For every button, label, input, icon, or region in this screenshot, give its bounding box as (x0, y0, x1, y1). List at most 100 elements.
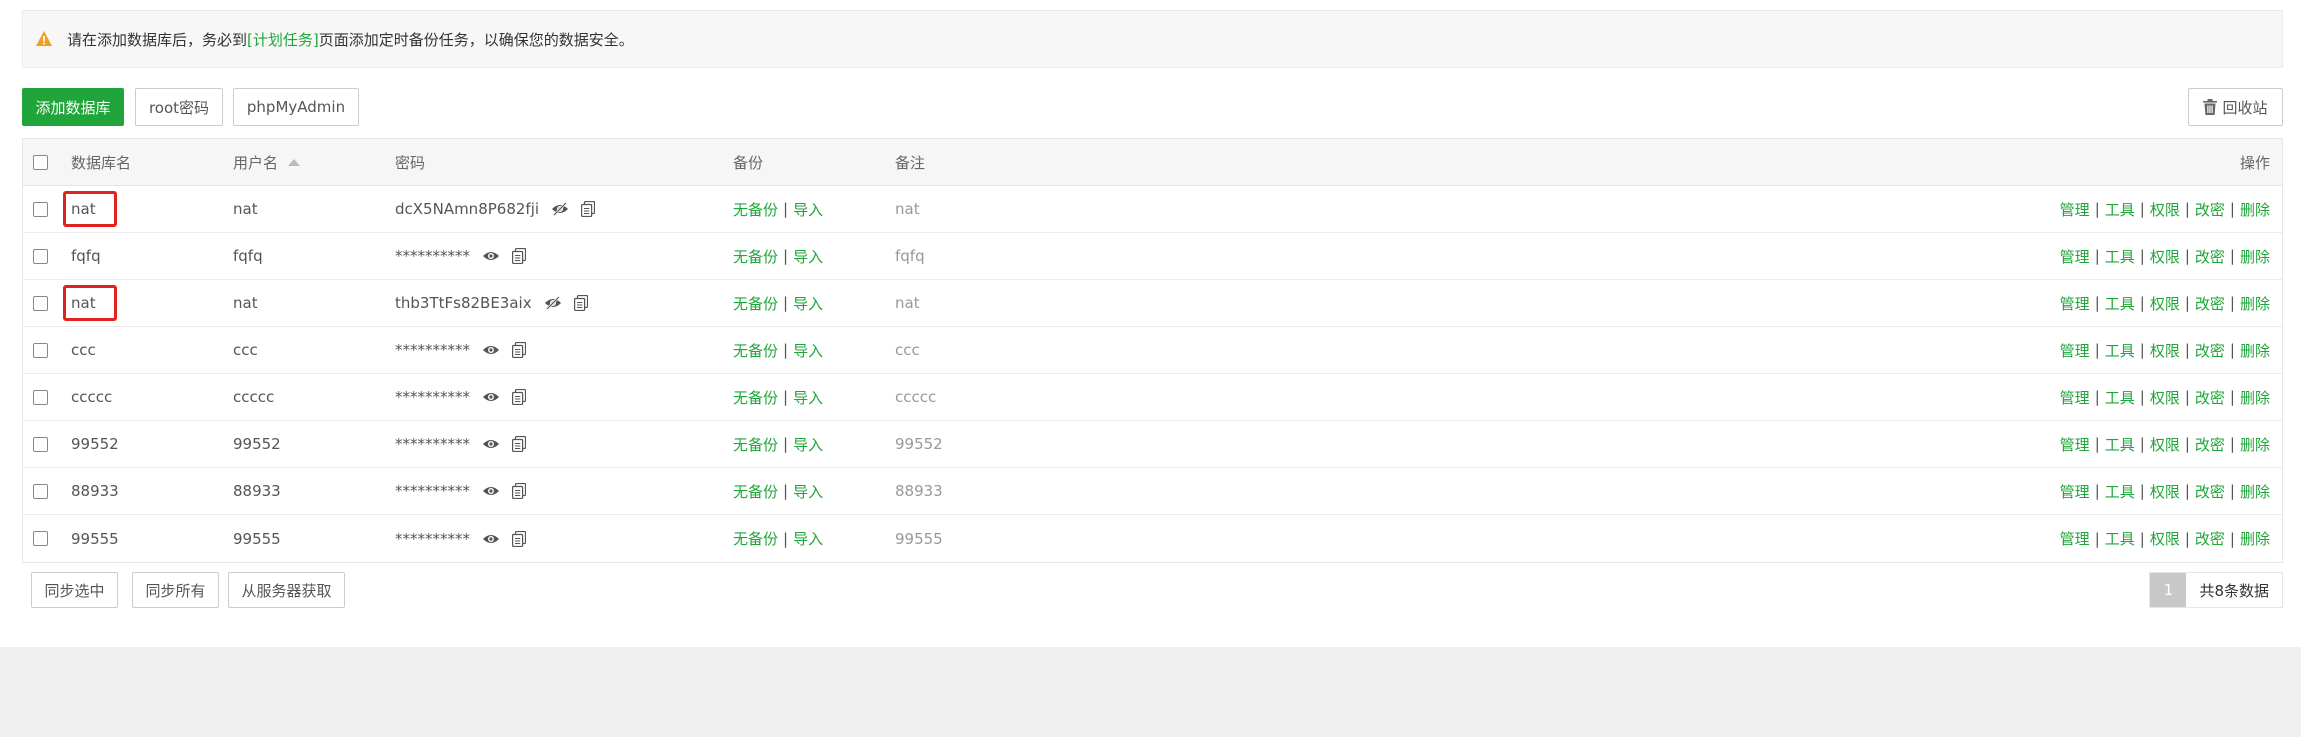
import-link[interactable]: 导入 (793, 340, 823, 361)
page-1-button[interactable]: 1 (2150, 573, 2187, 607)
delete-link[interactable]: 删除 (2240, 481, 2270, 502)
row-checkbox[interactable] (33, 201, 48, 217)
permissions-link[interactable]: 权限 (2150, 387, 2180, 408)
permissions-link[interactable]: 权限 (2150, 340, 2180, 361)
row-checkbox[interactable] (33, 248, 48, 264)
import-link[interactable]: 导入 (793, 293, 823, 314)
eye-icon[interactable] (482, 248, 500, 264)
change-password-link[interactable]: 改密 (2195, 199, 2225, 220)
delete-link[interactable]: 删除 (2240, 434, 2270, 455)
permissions-link[interactable]: 权限 (2150, 199, 2180, 220)
tools-link[interactable]: 工具 (2105, 246, 2135, 267)
manage-link[interactable]: 管理 (2060, 293, 2090, 314)
fetch-from-server-button[interactable]: 从服务器获取 (228, 572, 345, 608)
db-note[interactable]: nat (895, 280, 920, 326)
manage-link[interactable]: 管理 (2060, 434, 2090, 455)
change-password-link[interactable]: 改密 (2195, 387, 2225, 408)
db-note[interactable]: 88933 (895, 468, 943, 514)
no-backup-link[interactable]: 无备份 (733, 481, 778, 502)
row-checkbox[interactable] (33, 531, 48, 546)
change-password-link[interactable]: 改密 (2195, 340, 2225, 361)
phpmyadmin-button[interactable]: phpMyAdmin (233, 88, 359, 126)
no-backup-link[interactable]: 无备份 (733, 246, 778, 267)
delete-link[interactable]: 删除 (2240, 293, 2270, 314)
no-backup-link[interactable]: 无备份 (733, 340, 778, 361)
import-link[interactable]: 导入 (793, 481, 823, 502)
eye-icon[interactable] (482, 342, 500, 358)
db-note[interactable]: ccc (895, 327, 920, 373)
no-backup-link[interactable]: 无备份 (733, 528, 778, 549)
tools-link[interactable]: 工具 (2105, 293, 2135, 314)
import-link[interactable]: 导入 (793, 246, 823, 267)
import-link[interactable]: 导入 (793, 434, 823, 455)
eye-slash-icon[interactable] (544, 295, 562, 311)
tools-link[interactable]: 工具 (2105, 528, 2135, 549)
manage-link[interactable]: 管理 (2060, 246, 2090, 267)
permissions-link[interactable]: 权限 (2150, 293, 2180, 314)
copy-icon[interactable] (512, 341, 527, 359)
copy-icon[interactable] (573, 294, 588, 312)
import-link[interactable]: 导入 (793, 528, 823, 549)
db-note[interactable]: fqfq (895, 233, 925, 279)
db-note[interactable]: 99555 (895, 515, 943, 562)
manage-link[interactable]: 管理 (2060, 387, 2090, 408)
copy-icon[interactable] (512, 247, 527, 265)
sync-selected-button[interactable]: 同步选中 (31, 572, 118, 608)
tools-link[interactable]: 工具 (2105, 434, 2135, 455)
delete-link[interactable]: 删除 (2240, 199, 2270, 220)
manage-link[interactable]: 管理 (2060, 528, 2090, 549)
permissions-link[interactable]: 权限 (2150, 528, 2180, 549)
permissions-link[interactable]: 权限 (2150, 246, 2180, 267)
row-checkbox[interactable] (33, 436, 48, 452)
tools-link[interactable]: 工具 (2105, 340, 2135, 361)
change-password-link[interactable]: 改密 (2195, 481, 2225, 502)
import-link[interactable]: 导入 (793, 199, 823, 220)
change-password-link[interactable]: 改密 (2195, 434, 2225, 455)
select-all-checkbox[interactable] (33, 154, 48, 170)
header-db-name[interactable]: 数据库名 (71, 139, 131, 185)
row-checkbox[interactable] (33, 389, 48, 405)
row-checkbox[interactable] (33, 342, 48, 358)
recycle-bin-button[interactable]: 回收站 (2188, 88, 2283, 126)
eye-icon[interactable] (482, 483, 500, 499)
permissions-link[interactable]: 权限 (2150, 434, 2180, 455)
no-backup-link[interactable]: 无备份 (733, 434, 778, 455)
eye-icon[interactable] (482, 389, 500, 405)
eye-icon[interactable] (482, 531, 500, 547)
change-password-link[interactable]: 改密 (2195, 246, 2225, 267)
delete-link[interactable]: 删除 (2240, 528, 2270, 549)
import-link[interactable]: 导入 (793, 387, 823, 408)
db-note[interactable]: ccccc (895, 374, 936, 420)
delete-link[interactable]: 删除 (2240, 387, 2270, 408)
manage-link[interactable]: 管理 (2060, 481, 2090, 502)
copy-icon[interactable] (512, 388, 527, 406)
db-note[interactable]: 99552 (895, 421, 943, 467)
manage-link[interactable]: 管理 (2060, 340, 2090, 361)
sync-all-button[interactable]: 同步所有 (132, 572, 219, 608)
change-password-link[interactable]: 改密 (2195, 528, 2225, 549)
no-backup-link[interactable]: 无备份 (733, 199, 778, 220)
copy-icon[interactable] (512, 530, 527, 547)
tools-link[interactable]: 工具 (2105, 199, 2135, 220)
tools-link[interactable]: 工具 (2105, 387, 2135, 408)
permissions-link[interactable]: 权限 (2150, 481, 2180, 502)
delete-link[interactable]: 删除 (2240, 340, 2270, 361)
add-database-button[interactable]: 添加数据库 (22, 88, 124, 126)
row-checkbox[interactable] (33, 295, 48, 311)
copy-icon[interactable] (512, 482, 527, 500)
delete-link[interactable]: 删除 (2240, 246, 2270, 267)
manage-link[interactable]: 管理 (2060, 199, 2090, 220)
copy-icon[interactable] (581, 200, 596, 218)
copy-icon[interactable] (512, 435, 527, 453)
db-note[interactable]: nat (895, 186, 920, 232)
header-username[interactable]: 用户名 (233, 139, 301, 185)
cron-task-link[interactable]: [计划任务] (247, 29, 319, 50)
tools-link[interactable]: 工具 (2105, 481, 2135, 502)
eye-slash-icon[interactable] (551, 201, 569, 217)
no-backup-link[interactable]: 无备份 (733, 387, 778, 408)
root-password-button[interactable]: root密码 (135, 88, 223, 126)
row-checkbox[interactable] (33, 483, 48, 499)
no-backup-link[interactable]: 无备份 (733, 293, 778, 314)
eye-icon[interactable] (482, 436, 500, 452)
change-password-link[interactable]: 改密 (2195, 293, 2225, 314)
